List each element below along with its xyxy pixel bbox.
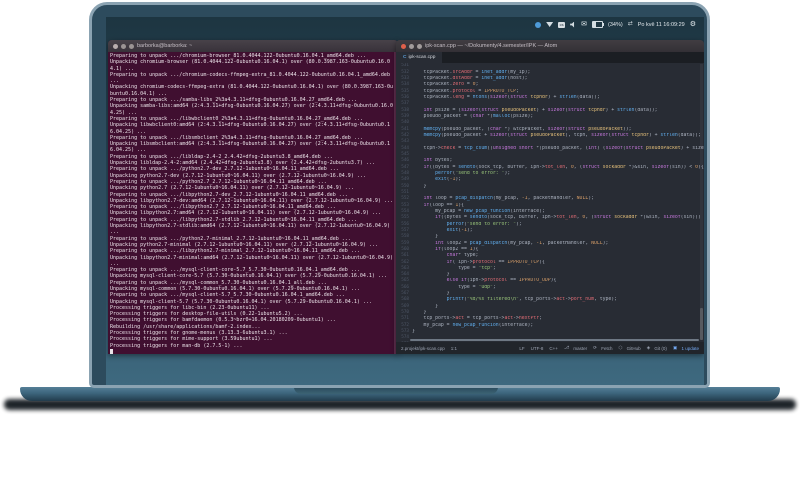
status-git-branch[interactable]: ⎇ master	[564, 345, 587, 351]
laptop-mockup: cs ✉ (34%) ⇄ Po kvě 11 16:09:29 ⚙ barbor…	[0, 0, 800, 477]
terminal-output[interactable]: Preparing to unpack .../chromium-browser…	[108, 52, 398, 354]
status-fetch[interactable]: ⟳ Fetch	[593, 345, 612, 351]
battery-icon[interactable]	[592, 21, 605, 28]
terminal-titlebar[interactable]: barborka@barborka: ~	[108, 40, 398, 52]
atom-minimize-button[interactable]	[409, 43, 414, 49]
terminal-close-button[interactable]	[113, 43, 118, 49]
terminal-line: Unpacking libwbclient0:amd64 (2:4.3.11+d…	[110, 122, 390, 135]
status-cursor-position[interactable]: 1:1	[451, 346, 457, 351]
battery-fill	[593, 22, 597, 27]
atom-titlebar[interactable]: ipk-scan.cpp — ~/Dokumenty/4.semester/IP…	[396, 40, 704, 52]
network-icon[interactable]	[546, 22, 554, 27]
terminal-line: Unpacking chromium-codecs-ffmpeg-extra (…	[110, 84, 393, 97]
tab-label: ipk-scan.cpp	[408, 55, 436, 60]
terminal-line: Unpacking libsmbclient:amd64 (2:4.3.11+d…	[110, 141, 390, 154]
battery-percent-label: (34%)	[608, 21, 623, 28]
atom-close-button[interactable]	[401, 43, 406, 49]
terminal-line: Unpacking chromium-browser (81.0.4044.12…	[110, 59, 390, 72]
terminal-line: Unpacking libpython2.7:amd64 (2.7.12-1ub…	[110, 210, 381, 217]
status-language[interactable]: C++	[549, 346, 558, 351]
editor-horizontal-scrollbar[interactable]	[410, 339, 699, 341]
code-editor[interactable]: 530 tcph->urg_ptr = 0;531532 tcpPacket.s…	[396, 63, 704, 342]
terminal-title: barborka@barborka: ~	[137, 43, 193, 49]
input-switch-icon[interactable]: ⇄	[628, 21, 633, 28]
desktop-screen: cs ✉ (34%) ⇄ Po kvě 11 16:09:29 ⚙ barbor…	[106, 17, 704, 385]
terminal-cursor	[110, 348, 113, 354]
atom-tab-bar: C ipk-scan.cpp	[396, 52, 704, 63]
terminal-line: Preparing to unpack .../chromium-codecs-…	[110, 71, 393, 85]
laptop-base-notch	[294, 387, 498, 394]
terminal-cursor-line	[110, 348, 394, 354]
terminal-window: barborka@barborka: ~ Preparing to unpack…	[108, 40, 398, 354]
code-line: 544 tcph->check = tcp_csum((unsigned sho…	[396, 146, 704, 152]
volume-icon[interactable]	[570, 21, 575, 28]
terminal-line: Unpacking mysql-client-core-5.7 (5.7.30-…	[110, 273, 387, 280]
github-icon: ⬡	[618, 345, 623, 350]
atom-status-bar: 2.projekt/ipk-scan.cpp 1:1 LF UTF-8 C++ …	[396, 342, 704, 354]
editor-vertical-scrollbar[interactable]	[700, 64, 703, 340]
tab-ipk-scan-cpp[interactable]: C ipk-scan.cpp	[396, 52, 443, 63]
terminal-line: Unpacking python2.7 (2.7.12-1ubuntu0~16.…	[110, 185, 354, 192]
app-indicator-icon[interactable]	[535, 21, 542, 28]
system-tray: cs ✉ (34%) ⇄ Po kvě 11 16:09:29 ⚙	[535, 19, 696, 30]
atom-window: ipk-scan.cpp — ~/Dokumenty/4.semester/IP…	[396, 40, 704, 354]
status-line-ending[interactable]: LF	[519, 346, 524, 351]
clock-label[interactable]: Po kvě 11 16:09:29	[638, 22, 685, 28]
update-icon: ▣	[672, 345, 678, 350]
terminal-line: Preparing to unpack .../libpython2.7-min…	[110, 248, 360, 255]
keyboard-layout-indicator[interactable]: cs	[558, 21, 566, 28]
terminal-minimize-button[interactable]	[121, 43, 126, 49]
terminal-maximize-button[interactable]	[129, 43, 134, 49]
status-github[interactable]: ⬡ GitHub	[618, 345, 640, 351]
terminal-line: Unpacking samba-libs:amd64 (2:4.3.11+dfs…	[110, 103, 393, 116]
terminal-line: Unpacking libpython2.7-minimal:amd64 (2.…	[110, 254, 396, 267]
branch-icon: ⎇	[563, 345, 570, 350]
atom-title: ipk-scan.cpp — ~/Dokumenty/4.semester/IP…	[425, 43, 558, 49]
code-line: 542 memcpy(pseudo_packet + sizeof(struct…	[396, 133, 704, 139]
terminal-line: Unpacking mysql-client-5.7 (5.7.30-0ubun…	[110, 298, 372, 305]
laptop-base	[20, 387, 780, 401]
laptop-lid: cs ✉ (34%) ⇄ Po kvě 11 16:09:29 ⚙ barbor…	[89, 2, 710, 388]
status-file-path[interactable]: 2.projekt/ipk-scan.cpp	[401, 346, 445, 351]
status-encoding[interactable]: UTF-8	[531, 346, 544, 351]
session-gear-icon[interactable]: ⚙	[690, 21, 696, 29]
terminal-line: Unpacking libpython2.7-stdlib:amd64 (2.7…	[110, 223, 393, 236]
c-file-icon: C	[403, 55, 407, 60]
mail-icon[interactable]: ✉	[581, 21, 587, 28]
terminal-line: Unpacking python2.7-dev (2.7.12-1ubuntu0…	[110, 172, 366, 179]
status-git-changes[interactable]: ◈ Git (0)	[647, 345, 667, 351]
status-update-badge[interactable]: ▣ 1 update	[673, 345, 699, 351]
git-diff-icon: ◈	[646, 345, 651, 350]
atom-maximize-button[interactable]	[417, 43, 422, 49]
scrollbar-handle[interactable]	[700, 308, 703, 340]
fetch-icon: ⟳	[593, 345, 597, 350]
